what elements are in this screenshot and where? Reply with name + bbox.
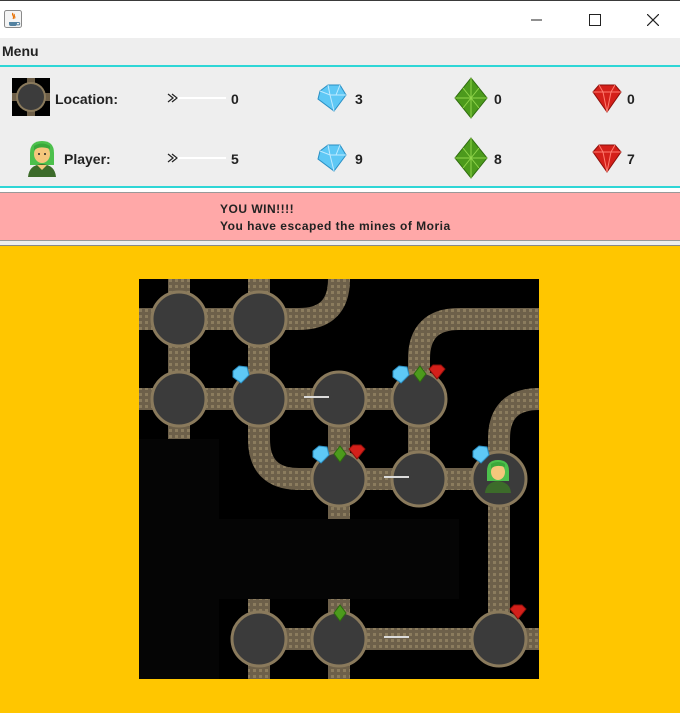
title-bar <box>0 0 680 38</box>
minimize-button[interactable] <box>508 1 566 38</box>
diamond-icon <box>317 84 347 112</box>
java-icon <box>4 10 22 28</box>
arrow-icon <box>167 153 226 163</box>
player-label: Player: <box>64 151 111 167</box>
menu-bar: Menu <box>0 38 680 65</box>
inventory-panel: Location: 0 3 0 0 Player: 5 9 8 7 <box>0 67 680 187</box>
game-window: Menu Location: 0 3 0 0 Player: 5 9 8 7 Y… <box>0 0 680 713</box>
location-emeralds-count: 0 <box>494 91 502 107</box>
menu-button[interactable]: Menu <box>2 43 39 59</box>
player-rubies-count: 7 <box>627 151 635 167</box>
emerald-icon <box>454 77 488 119</box>
diamond-icon <box>317 144 347 172</box>
player-emeralds-count: 8 <box>494 151 502 167</box>
location-rubies-count: 0 <box>627 91 635 107</box>
location-arrows-count: 0 <box>231 91 239 107</box>
win-title: YOU WIN!!!! <box>220 202 295 216</box>
emerald-icon <box>454 137 488 179</box>
minimize-icon <box>531 19 542 20</box>
close-button[interactable] <box>624 1 680 38</box>
maximize-icon <box>589 13 601 26</box>
unexplored-area <box>139 439 219 679</box>
player-marker <box>485 460 511 493</box>
win-message: You have escaped the mines of Moria <box>220 219 451 233</box>
arrow-icon <box>167 93 226 103</box>
maximize-button[interactable] <box>566 1 624 38</box>
close-icon <box>647 13 659 26</box>
unexplored-area <box>219 519 459 599</box>
ruby-icon <box>592 84 622 113</box>
cave-icon <box>12 78 50 116</box>
ruby-icon <box>592 144 622 173</box>
player-icon <box>28 141 56 177</box>
player-arrows-count: 5 <box>231 151 239 167</box>
location-diamonds-count: 3 <box>355 91 363 107</box>
mine-map-canvas <box>139 279 539 679</box>
message-panel: YOU WIN!!!! You have escaped the mines o… <box>0 192 680 241</box>
player-diamonds-count: 9 <box>355 151 363 167</box>
mine-map[interactable] <box>139 279 539 679</box>
stats-divider <box>0 186 680 188</box>
tunnel-arrows <box>304 396 409 638</box>
location-label: Location: <box>55 91 118 107</box>
